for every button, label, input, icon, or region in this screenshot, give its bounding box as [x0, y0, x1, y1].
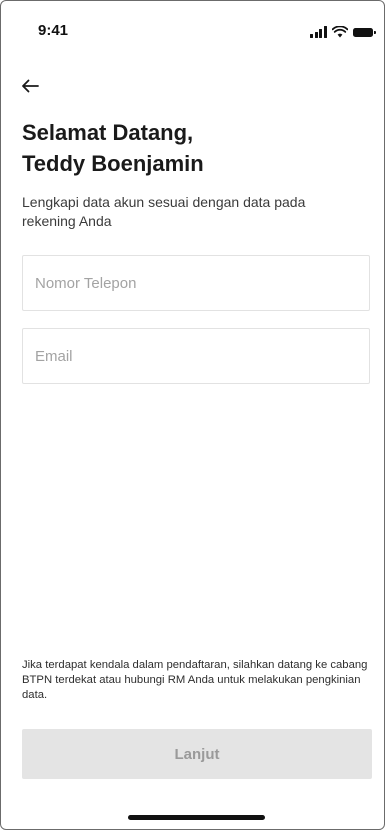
home-indicator: [128, 815, 265, 820]
status-bar: 9:41: [1, 1, 384, 61]
continue-button[interactable]: Lanjut: [22, 729, 372, 779]
email-input[interactable]: [23, 329, 369, 383]
email-field[interactable]: [22, 328, 370, 384]
title-line-greeting: Selamat Datang,: [22, 120, 194, 145]
arrow-left-icon: [22, 79, 39, 93]
title-line-name: Teddy Boenjamin: [22, 151, 204, 176]
page-subtitle: Lengkapi data akun sesuai dengan data pa…: [22, 194, 306, 229]
status-icons: [310, 24, 376, 38]
page-title: Selamat Datang, Teddy Boenjamin: [22, 117, 204, 179]
back-button[interactable]: [21, 73, 49, 99]
phone-input[interactable]: [23, 256, 369, 310]
battery-icon: [352, 28, 376, 37]
wifi-icon: [331, 26, 348, 38]
phone-field[interactable]: [22, 255, 370, 311]
phone-screen: 9:41 Selamat Datang, Teddy Boenjamin Len…: [0, 0, 385, 830]
cellular-signal-icon: [310, 26, 327, 38]
status-time: 9:41: [38, 22, 69, 39]
help-text: Jika terdapat kendala dalam pendaftaran,…: [22, 659, 368, 701]
